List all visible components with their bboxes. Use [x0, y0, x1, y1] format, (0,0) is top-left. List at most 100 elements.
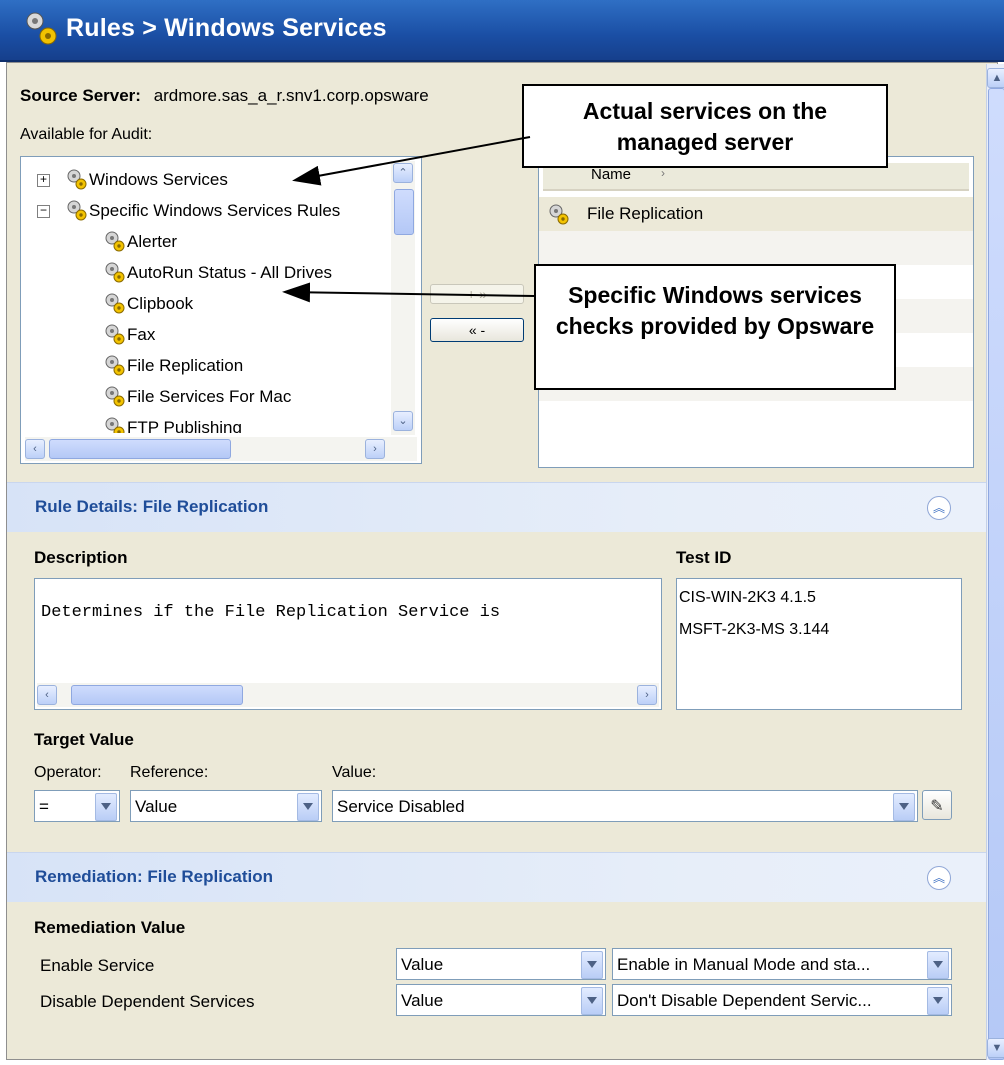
remediation-reference-select[interactable]: Value — [396, 984, 606, 1016]
reference-label: Reference: — [130, 764, 209, 781]
window-vertical-scrollbar[interactable]: ▲ ▼ — [986, 64, 1004, 1060]
callout-actual-services: Actual services on the managed server — [522, 84, 888, 168]
chevron-down-icon[interactable] — [581, 987, 603, 1015]
description-label: Description — [34, 548, 128, 567]
remove-button[interactable]: « - — [430, 318, 524, 342]
window-scroll-thumb[interactable] — [988, 88, 1004, 1060]
remediation-value-label: Remediation Value — [34, 918, 186, 937]
chevron-down-icon[interactable] — [297, 793, 319, 821]
callout-specific-checks: Specific Windows services checks provide… — [534, 264, 896, 390]
description-scroll-left-icon[interactable]: ‹ — [37, 685, 57, 705]
remediation-value: Enable in Manual Mode and sta... — [617, 955, 871, 974]
test-id-box: CIS-WIN-2K3 4.1.5 MSFT-2K3-MS 3.144 — [676, 578, 962, 710]
test-id-item: CIS-WIN-2K3 4.1.5 — [679, 589, 816, 606]
description-textarea[interactable]: Determines if the File Replication Servi… — [34, 578, 662, 710]
operator-label: Operator: — [34, 764, 102, 781]
tree-vertical-scrollbar[interactable]: ⌃ ⌄ — [391, 161, 415, 435]
test-id-label: Test ID — [676, 548, 732, 567]
service-gear-icon — [65, 167, 89, 191]
description-scroll-right-icon[interactable]: › — [637, 685, 657, 705]
remediation-header: Remediation: File Replication ︽ — [7, 852, 986, 902]
pencil-icon: ✎ — [930, 798, 944, 815]
list-item[interactable]: File Replication — [539, 197, 973, 232]
list-item[interactable] — [539, 401, 973, 436]
tree-item-label: Alerter — [127, 232, 178, 251]
service-gear-icon — [103, 415, 127, 433]
collapse-icon[interactable]: − — [37, 204, 50, 218]
sort-icon: › — [661, 166, 665, 180]
service-gear-icon — [103, 353, 127, 377]
available-for-audit-label: Available for Audit: — [20, 126, 153, 143]
tree-item-label: Specific Windows Services Rules — [89, 201, 341, 220]
chevron-down-icon[interactable] — [581, 951, 603, 979]
window-title: Rules > Windows Services — [66, 14, 387, 42]
remediation-row-label: Disable Dependent Services — [40, 992, 255, 1011]
services-gear-icon — [22, 8, 62, 48]
tree-hscroll-thumb[interactable] — [49, 439, 231, 459]
value-label: Value: — [332, 764, 377, 781]
scroll-down-icon[interactable]: ▼ — [987, 1038, 1004, 1058]
remediation-value-select[interactable]: Enable in Manual Mode and sta... — [612, 948, 952, 980]
reference-value: Value — [135, 797, 178, 816]
service-gear-icon — [103, 384, 127, 408]
service-gear-icon — [103, 322, 127, 346]
scroll-up-icon[interactable]: ▲ — [987, 68, 1004, 88]
operator-select[interactable]: = — [34, 790, 120, 822]
remediation-reference-value: Value — [401, 955, 444, 974]
description-hscroll-thumb[interactable] — [71, 685, 243, 705]
tree-scroll-down-icon[interactable]: ⌄ — [393, 411, 413, 431]
list-item-label: File Replication — [587, 204, 704, 223]
tree-item-label: AutoRun Status - All Drives — [127, 263, 333, 282]
tree-scroll-left-icon[interactable]: ‹ — [25, 439, 45, 459]
window-title-bar: Rules > Windows Services — [0, 0, 1004, 62]
description-text: Determines if the File Replication Servi… — [41, 603, 501, 622]
remediation-reference-select[interactable]: Value — [396, 948, 606, 980]
service-gear-icon — [103, 291, 127, 315]
remediation-reference-value: Value — [401, 991, 444, 1010]
tree-scroll-up-icon[interactable]: ⌃ — [393, 163, 413, 183]
service-gear-icon — [103, 229, 127, 253]
tree-vscroll-thumb[interactable] — [394, 189, 414, 235]
edit-value-button[interactable]: ✎ — [922, 790, 952, 820]
chevron-down-icon[interactable] — [927, 987, 949, 1015]
tree-item-label: File Services For Mac — [127, 387, 292, 406]
service-gear-icon — [547, 202, 571, 226]
chevron-down-icon[interactable] — [893, 793, 915, 821]
description-horizontal-scrollbar[interactable]: ‹ › — [37, 683, 659, 707]
tree-horizontal-scrollbar[interactable]: ‹ › — [25, 437, 417, 461]
remediation-title: Remediation: File Replication — [35, 867, 274, 886]
value-value: Service Disabled — [337, 797, 465, 816]
tree-rows: + Windows Services − Specific Windows Servi… — [21, 157, 371, 433]
collapse-rule-details-icon[interactable]: ︽ — [927, 496, 951, 520]
available-tree[interactable]: + Windows Services − Specific Windows Servi… — [20, 156, 422, 464]
value-select[interactable]: Service Disabled — [332, 790, 918, 822]
name-column-label: Name — [591, 166, 632, 183]
tree-item-label: Fax — [127, 325, 156, 344]
list-item[interactable] — [539, 231, 973, 266]
remediation-row-label: Enable Service — [40, 956, 155, 975]
add-button[interactable]: + » — [430, 284, 524, 304]
target-value-label: Target Value — [34, 730, 134, 749]
tree-item-label: Clipbook — [127, 294, 194, 313]
service-gear-icon — [103, 260, 127, 284]
chevron-down-icon[interactable] — [95, 793, 117, 821]
test-id-item: MSFT-2K3-MS 3.144 — [679, 621, 830, 638]
tree-scroll-right-icon[interactable]: › — [365, 439, 385, 459]
collapse-remediation-icon[interactable]: ︽ — [927, 866, 951, 890]
source-server-value: ardmore.sas_a_r.snv1.corp.opsware — [153, 86, 429, 105]
rule-details-header: Rule Details: File Replication ︽ — [7, 482, 986, 532]
reference-select[interactable]: Value — [130, 790, 322, 822]
tree-item-label: Windows Services — [89, 170, 228, 189]
remediation-value-select[interactable]: Don't Disable Dependent Servic... — [612, 984, 952, 1016]
rule-details-title: Rule Details: File Replication — [35, 497, 269, 516]
test-id-list: CIS-WIN-2K3 4.1.5 MSFT-2K3-MS 3.144 — [679, 589, 829, 653]
source-server: Source Server: ardmore.sas_a_r.snv1.corp… — [20, 86, 429, 106]
chevron-down-icon[interactable] — [927, 951, 949, 979]
service-gear-icon — [65, 198, 89, 222]
operator-value: = — [39, 797, 49, 816]
tree-item-label: FTP Publishing — [127, 418, 242, 433]
expand-icon[interactable]: + — [37, 173, 50, 187]
remediation-value: Don't Disable Dependent Servic... — [617, 991, 872, 1010]
source-server-label: Source Server: — [20, 86, 141, 105]
tree-item-label: File Replication — [127, 356, 244, 375]
